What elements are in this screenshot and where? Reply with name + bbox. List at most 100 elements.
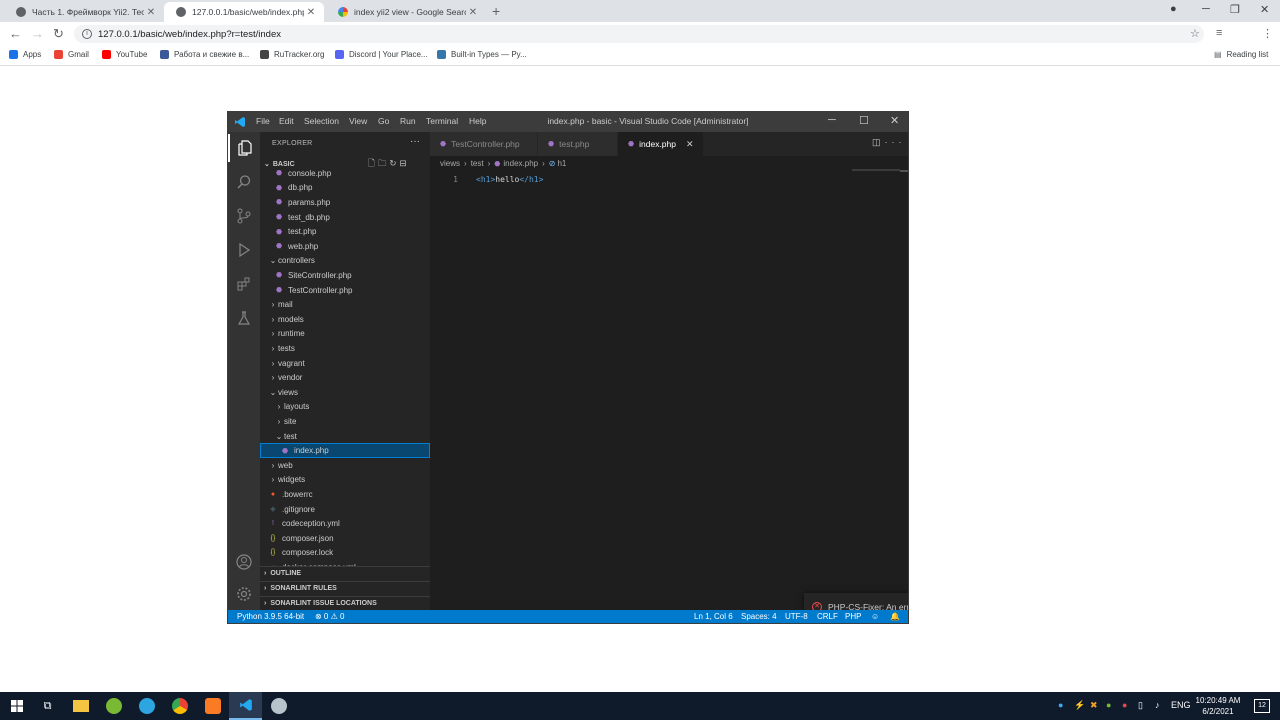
language-mode[interactable]: PHP xyxy=(845,612,861,621)
menu-view[interactable]: View xyxy=(349,116,367,126)
tree-folder[interactable]: › tests xyxy=(260,341,430,356)
back-icon[interactable]: ← xyxy=(9,26,22,41)
reading-list-button[interactable]: ▤ Reading list xyxy=(1214,50,1268,59)
tree-file[interactable]: ⬣ test.php xyxy=(260,224,430,239)
code-line[interactable]: 1 <h1>hello</h1> xyxy=(430,172,908,186)
bookmark-star-icon[interactable]: ☆ xyxy=(1190,27,1200,40)
tree-file[interactable]: ◆ .gitignore xyxy=(260,502,430,517)
restore-icon[interactable]: ❐ xyxy=(1230,3,1240,16)
tree-folder[interactable]: › mail xyxy=(260,297,430,312)
taskbar-utorrent[interactable] xyxy=(97,692,130,720)
tree-file[interactable]: {} composer.lock xyxy=(260,546,430,561)
testing-view-icon[interactable] xyxy=(228,304,260,332)
search-view-icon[interactable] xyxy=(228,168,260,196)
tree-folder[interactable]: ⌄ test xyxy=(260,429,430,444)
tree-folder[interactable]: ⌄ views xyxy=(260,385,430,400)
browser-tab[interactable]: index yii2 view - Google Search ✕ xyxy=(326,2,486,22)
tree-folder[interactable]: › layouts xyxy=(260,400,430,415)
minimize-icon[interactable]: ─ xyxy=(828,114,836,126)
outline-panel-header[interactable]: › OUTLINE xyxy=(260,566,430,580)
editor-tab-testcontroller[interactable]: ⬣ TestController.php xyxy=(430,132,538,156)
tree-file[interactable]: ⬣ console.php xyxy=(260,166,430,181)
tray-utorrent-icon[interactable]: ● xyxy=(1106,700,1111,710)
sonarlint-rules-panel-header[interactable]: › SONARLINT RULES xyxy=(260,581,430,595)
action-center-button[interactable]: 12 xyxy=(1254,699,1270,713)
start-button[interactable] xyxy=(0,692,33,720)
bookmark-gmail[interactable]: Gmail xyxy=(54,50,89,59)
breadcrumb-item[interactable]: h1 xyxy=(557,159,566,168)
line-endings[interactable]: CRLF xyxy=(817,612,838,621)
breadcrumb-item[interactable]: views xyxy=(440,159,460,168)
notifications-bell-icon[interactable]: 🔔 xyxy=(890,612,900,621)
menu-edit[interactable]: Edit xyxy=(279,116,294,126)
maximize-icon[interactable]: ☐ xyxy=(859,114,869,127)
taskbar-file-explorer[interactable] xyxy=(64,692,97,720)
url-bar[interactable]: i 127.0.0.1/basic/web/index.php?r=test/i… xyxy=(74,25,1204,43)
bookmark-youtube[interactable]: YouTube xyxy=(102,50,147,59)
tray-usb-icon[interactable]: ⚡ xyxy=(1074,700,1085,711)
close-window-icon[interactable]: ✕ xyxy=(1260,3,1269,16)
tray-app-icon[interactable]: ● xyxy=(1058,700,1063,710)
close-window-icon[interactable]: ✕ xyxy=(890,114,899,127)
bookmark-rutracker[interactable]: RuTracker.org xyxy=(260,50,324,59)
tree-folder[interactable]: › widgets xyxy=(260,473,430,488)
explorer-view-icon[interactable] xyxy=(228,134,260,162)
tree-file[interactable]: ⬣ web.php xyxy=(260,239,430,254)
feedback-icon[interactable]: ☺ xyxy=(871,612,879,621)
split-editor-icon[interactable]: ◫ xyxy=(872,137,885,147)
site-info-icon[interactable]: i xyxy=(82,29,92,39)
tree-file[interactable]: ⬣ params.php xyxy=(260,195,430,210)
tree-file[interactable]: ! codeception.yml xyxy=(260,516,430,531)
chrome-menu-icon[interactable]: ⋮ xyxy=(1262,27,1273,40)
tree-file[interactable]: ⬣ TestController.php xyxy=(260,283,430,298)
browser-tab-active[interactable]: 127.0.0.1/basic/web/index.php?r= ✕ xyxy=(164,2,324,22)
run-debug-view-icon[interactable] xyxy=(228,236,260,264)
taskbar-xampp[interactable] xyxy=(196,692,229,720)
breadcrumb-item[interactable]: test xyxy=(471,159,484,168)
taskbar-vscode[interactable] xyxy=(229,692,262,720)
tray-antivirus-icon[interactable]: ● xyxy=(1122,700,1127,710)
menu-help[interactable]: Help xyxy=(469,116,486,126)
taskbar-telegram[interactable] xyxy=(130,692,163,720)
forward-icon[interactable]: → xyxy=(31,26,44,41)
tree-file[interactable]: ⬣ db.php xyxy=(260,181,430,196)
editor-tab-test[interactable]: ⬣ test.php xyxy=(538,132,618,156)
close-tab-icon[interactable]: ✕ xyxy=(144,7,158,18)
tree-folder[interactable]: ⌄ controllers xyxy=(260,254,430,269)
cursor-position[interactable]: Ln 1, Col 6 xyxy=(694,612,733,621)
settings-gear-icon[interactable] xyxy=(228,580,260,608)
taskbar-chrome[interactable] xyxy=(163,692,196,720)
taskbar-clock[interactable]: 10:20:49 AM 6/2/2021 xyxy=(1188,695,1248,717)
tree-file[interactable]: ⬣ index.php xyxy=(260,443,430,458)
bookmark-apps[interactable]: Apps xyxy=(9,50,41,59)
problems-count[interactable]: ⊗ 0 ⚠ 0 xyxy=(315,612,344,621)
bookmark-python-docs[interactable]: Built-in Types — Py... xyxy=(437,50,527,59)
tree-folder[interactable]: › site xyxy=(260,414,430,429)
menu-file[interactable]: File xyxy=(256,116,270,126)
breadcrumb-item[interactable]: index.php xyxy=(503,159,538,168)
menu-run[interactable]: Run xyxy=(400,116,416,126)
bookmark-discord[interactable]: Discord | Your Place... xyxy=(335,50,428,59)
reload-icon[interactable]: ↻ xyxy=(53,26,64,42)
python-interpreter[interactable]: Python 3.9.5 64-bit xyxy=(237,612,304,621)
tray-network-icon[interactable]: ▯ xyxy=(1138,700,1143,711)
tree-folder[interactable]: › runtime xyxy=(260,327,430,342)
close-tab-icon[interactable]: ✕ xyxy=(466,7,480,18)
tree-file[interactable]: ● .bowerrc xyxy=(260,487,430,502)
media-queue-icon[interactable]: ≡ xyxy=(1216,27,1222,39)
encoding[interactable]: UTF-8 xyxy=(785,612,808,621)
tree-folder[interactable]: › web xyxy=(260,458,430,473)
new-tab-button[interactable]: + xyxy=(492,3,500,19)
tree-folder[interactable]: › models xyxy=(260,312,430,327)
source-control-view-icon[interactable] xyxy=(228,202,260,230)
explorer-more-actions-icon[interactable]: ··· xyxy=(410,136,420,147)
close-tab-icon[interactable]: ✕ xyxy=(304,7,318,18)
sonarlint-issues-panel-header[interactable]: › SONARLINT ISSUE LOCATIONS xyxy=(260,596,430,610)
menu-terminal[interactable]: Terminal xyxy=(426,116,458,126)
extensions-view-icon[interactable] xyxy=(228,270,260,298)
taskbar-app[interactable] xyxy=(262,692,295,720)
tree-folder[interactable]: › vendor xyxy=(260,370,430,385)
tray-xampp-icon[interactable]: ✖ xyxy=(1090,700,1098,711)
accounts-icon[interactable] xyxy=(228,548,260,576)
task-view-button[interactable]: ⧉ xyxy=(31,692,64,720)
